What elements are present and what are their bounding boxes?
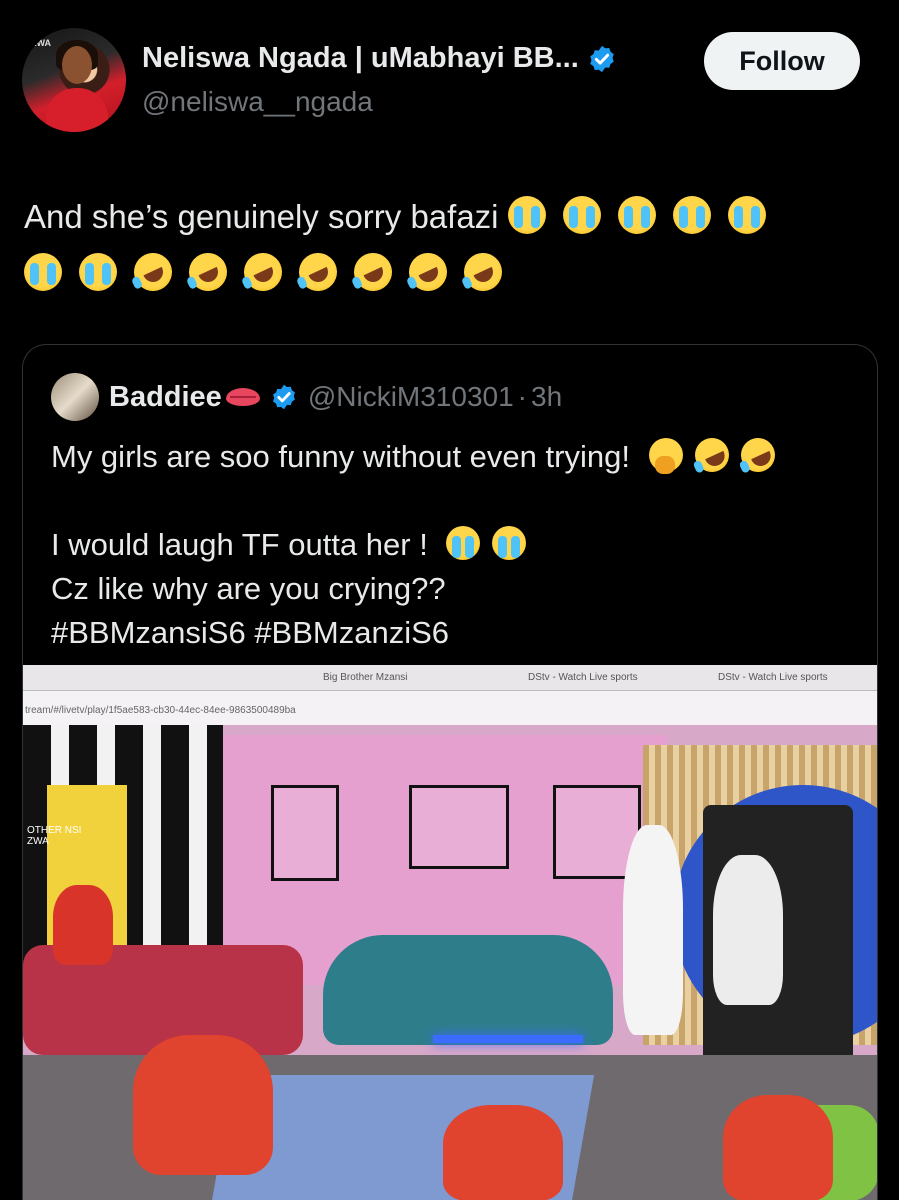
rofl-emoji-icon — [688, 432, 735, 478]
wall-frame-center — [409, 785, 509, 869]
person-on-red-sofa — [53, 885, 113, 965]
quoted-text-line-1: My girls are soo funny without even tryi… — [51, 439, 630, 474]
verified-badge-icon — [272, 384, 295, 410]
quoted-tweet-photo[interactable]: Big Brother Mzansi DStv - Watch Live spo… — [23, 665, 877, 1200]
separator-dot: · — [517, 381, 527, 412]
loudly-crying-emoji-icon — [492, 526, 527, 560]
wall-sign-text: OTHER NSI ZWA — [27, 825, 82, 847]
follow-button[interactable]: Follow — [704, 32, 860, 90]
loudly-crying-emoji-icon — [24, 253, 62, 291]
browser-url-bar: tream/#/livetv/play/1f5ae583-cb30-44ec-8… — [23, 691, 877, 725]
quoted-author-name[interactable]: Baddiee — [109, 381, 222, 414]
rofl-emoji-icon — [402, 246, 454, 298]
loudly-crying-emoji-icon — [507, 196, 546, 234]
author-avatar[interactable]: OZWA — [22, 28, 126, 132]
rofl-emoji-icon — [734, 432, 781, 478]
person-standing — [623, 825, 683, 1035]
person-front — [443, 1105, 563, 1200]
quoted-author-avatar[interactable] — [51, 373, 99, 421]
browser-url: tream/#/livetv/play/1f5ae583-cb30-44ec-8… — [25, 705, 296, 716]
rofl-emoji-icon — [347, 246, 399, 298]
quoted-tweet-text: My girls are soo funny without even tryi… — [51, 432, 861, 655]
person-seated-speaker — [713, 855, 783, 1005]
lips-icon — [225, 388, 260, 406]
quoted-text-line-2: I would laugh TF outta her ! — [51, 527, 428, 562]
face-with-hand-over-mouth-emoji-icon — [648, 438, 683, 474]
quoted-text-line-3: Cz like why are you crying?? — [51, 571, 446, 606]
loudly-crying-emoji-icon — [617, 196, 656, 234]
tweet-text: And she’s genuinely sorry bafazi — [24, 188, 874, 302]
quoted-tweet-header: Baddiee @NickiM310301 · 3h — [51, 373, 562, 421]
quoted-text-line: I would laugh TF outta her ! — [51, 523, 861, 567]
author-display-name[interactable]: Neliswa Ngada | uMabhayi BB... — [142, 42, 579, 75]
browser-tab-2: DStv - Watch Live sports — [528, 672, 638, 683]
quoted-hashtags[interactable]: #BBMzansiS6 #BBMzanziS6 — [51, 611, 861, 655]
tweet-header: OZWA Neliswa Ngada | uMabhayi BB... @nel… — [22, 28, 862, 132]
loudly-crying-emoji-icon — [727, 196, 766, 234]
loudly-crying-emoji-icon — [672, 196, 711, 234]
rofl-emoji-icon — [182, 246, 234, 298]
quoted-tweet-card[interactable]: Baddiee @NickiM310301 · 3h My girls are … — [22, 344, 878, 1200]
browser-tab-3: DStv - Watch Live sports — [718, 672, 828, 683]
wall-frame-left — [271, 785, 339, 881]
rofl-emoji-icon — [457, 246, 509, 298]
browser-tab-1: Big Brother Mzansi — [323, 672, 408, 683]
quoted-text-line: My girls are soo funny without even tryi… — [51, 432, 861, 479]
author-name-row: Neliswa Ngada | uMabhayi BB... — [142, 42, 617, 75]
rofl-emoji-icon — [237, 246, 289, 298]
neon-light — [433, 1035, 583, 1043]
loudly-crying-emoji-icon — [79, 253, 117, 291]
teal-sofa — [323, 935, 613, 1045]
loudly-crying-emoji-icon — [562, 196, 601, 234]
loudly-crying-emoji-icon — [446, 526, 481, 560]
person-crying — [133, 1035, 273, 1175]
rofl-emoji-icon — [292, 246, 344, 298]
verified-badge-icon — [590, 45, 614, 72]
avatar-logo-text: OZWA — [24, 38, 51, 48]
avatar-dress — [46, 88, 108, 132]
person-right — [723, 1095, 833, 1200]
avatar-face — [62, 46, 92, 84]
author-handle[interactable]: @neliswa__ngada — [142, 86, 373, 118]
browser-tab-bar: Big Brother Mzansi DStv - Watch Live spo… — [23, 665, 877, 691]
rofl-emoji-icon — [127, 246, 179, 298]
quoted-tweet-time[interactable]: 3h — [531, 381, 562, 413]
tweet-text-body: And she’s genuinely sorry bafazi — [24, 198, 499, 235]
tv-room-scene: OTHER NSI ZWA — [23, 725, 877, 1200]
quoted-author-handle[interactable]: @NickiM310301 — [308, 381, 514, 413]
